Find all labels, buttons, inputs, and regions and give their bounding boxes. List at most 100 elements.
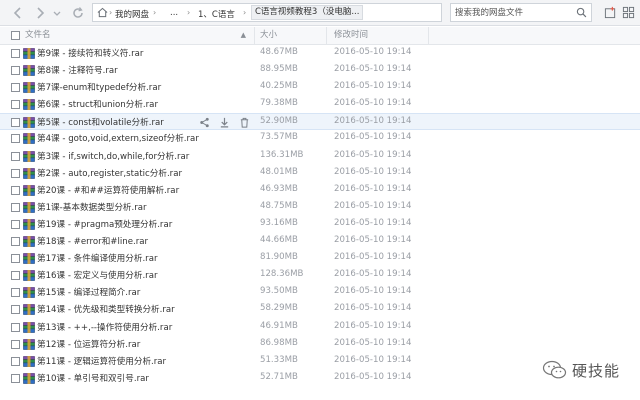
address-bar[interactable]: › 我的网盘 › ... › 1、C语言 › C语言视频教程3（没电脑... [92,3,442,22]
row-checkbox[interactable] [11,373,20,383]
file-name[interactable]: 第2课 - auto,register,static分析.rar [37,167,182,179]
row-checkbox[interactable] [11,237,20,247]
file-row[interactable]: 第15课 - 编译过程简介.rar 93.50MB 2016-05-10 19:… [0,284,640,301]
file-name[interactable]: 第4课 - goto,void,extern,sizeof分析.rar [37,132,199,144]
rar-file-icon [23,355,35,367]
share-icon[interactable] [199,117,210,128]
row-checkbox[interactable] [11,356,20,366]
file-size: 52.90MB [260,116,298,127]
file-row[interactable]: 第12课 - 位运算符分析.rar 86.98MB 2016-05-10 19:… [0,336,640,353]
file-name[interactable]: 第14课 - 优先级和类型转换分析.rar [37,303,175,315]
file-name[interactable]: 第1课-基本数据类型分析.rar [37,201,147,213]
row-checkbox[interactable] [11,202,20,212]
file-name[interactable]: 第16课 - 宏定义与使用分析.rar [37,269,158,281]
file-name[interactable]: 第7课-enum和typedef分析.rar [37,81,161,93]
delete-icon[interactable] [239,117,250,128]
file-date: 2016-05-10 19:14 [334,166,412,177]
row-checkbox[interactable] [11,100,20,110]
file-size: 48.67MB [260,47,298,57]
file-row[interactable]: 第1课-基本数据类型分析.rar 48.75MB 2016-05-10 19:1… [0,199,640,216]
row-checkbox[interactable] [11,168,20,178]
file-row[interactable]: 第18课 - #error和#line.rar 44.66MB 2016-05-… [0,233,640,250]
row-checkbox[interactable] [11,305,20,315]
file-name[interactable]: 第9课 - 接续符和转义符.rar [37,47,143,59]
file-row[interactable]: 第19课 - #pragma预处理分析.rar 93.16MB 2016-05-… [0,216,640,233]
rar-file-icon [23,372,35,384]
row-checkbox[interactable] [11,49,20,58]
column-header-name[interactable]: 文件名 ▲ [22,27,255,44]
file-date: 2016-05-10 19:14 [334,286,412,297]
file-row[interactable]: 第20课 - #和##运算符使用解析.rar 46.93MB 2016-05-1… [0,182,640,199]
file-row[interactable]: 第8课 - 注释符号.rar 88.95MB 2016-05-10 19:14 [0,62,640,79]
file-name[interactable]: 第17课 - 条件编译使用分析.rar [37,252,158,264]
row-checkbox[interactable] [11,322,20,332]
watermark-text: 硬技能 [572,362,621,380]
file-row[interactable]: 第3课 - if,switch,do,while,for分析.rar 136.3… [0,148,640,165]
breadcrumb-current-folder[interactable]: C语言视频教程3（没电脑... [251,5,364,20]
refresh-icon[interactable] [70,5,86,21]
home-icon[interactable] [97,7,108,18]
file-name[interactable]: 第5课 - const和volatile分析.rar [37,116,164,128]
forward-arrow-icon[interactable] [32,5,48,21]
file-name[interactable]: 第15课 - 编译过程简介.rar [37,286,140,298]
file-row[interactable]: 第16课 - 宏定义与使用分析.rar 128.36MB 2016-05-10 … [0,267,640,284]
file-row[interactable]: 第13课 - ++,--操作符使用分析.rar 46.91MB 2016-05-… [0,319,640,336]
new-folder-icon[interactable] [604,6,617,19]
file-row[interactable]: 第17课 - 条件编译使用分析.rar 81.90MB 2016-05-10 1… [0,250,640,267]
file-date: 2016-05-10 19:14 [334,132,412,143]
file-name[interactable]: 第11课 - 逻辑运算符使用分析.rar [37,355,166,367]
file-date: 2016-05-10 19:14 [334,98,412,109]
file-size: 44.66MB [260,235,298,246]
row-checkbox[interactable] [11,83,20,93]
breadcrumb-c-language[interactable]: 1、C语言 [198,8,235,20]
file-size: 52.71MB [260,371,298,382]
file-name[interactable]: 第12课 - 位运算符分析.rar [37,338,140,350]
file-row[interactable]: 第6课 - struct和union分析.rar 79.38MB 2016-05… [0,96,640,113]
row-checkbox[interactable] [11,271,20,281]
back-arrow-icon[interactable] [10,5,26,21]
download-icon[interactable] [219,117,230,128]
row-checkbox[interactable] [11,66,20,76]
dropdown-arrow-icon[interactable] [52,5,62,21]
file-name[interactable]: 第18课 - #error和#line.rar [37,235,148,247]
file-date: 2016-05-10 19:14 [334,47,412,57]
file-row[interactable]: 第14课 - 优先级和类型转换分析.rar 58.29MB 2016-05-10… [0,301,640,318]
search-box[interactable] [450,3,592,22]
file-name[interactable]: 第13课 - ++,--操作符使用分析.rar [37,321,172,333]
row-checkbox[interactable] [11,185,20,195]
row-checkbox[interactable] [11,288,20,298]
column-header-date[interactable]: 修改时间 [327,27,429,44]
file-name[interactable]: 第20课 - #和##运算符使用解析.rar [37,184,179,196]
file-size: 40.25MB [260,81,298,92]
file-size: 48.01MB [260,166,298,177]
row-checkbox[interactable] [11,118,20,128]
breadcrumb-ellipsis[interactable]: ... [170,8,178,18]
rar-file-icon [23,65,35,77]
file-name[interactable]: 第10课 - 单引号和双引号.rar [37,372,149,384]
select-all-checkbox[interactable] [11,31,20,40]
row-checkbox[interactable] [11,339,20,349]
file-row[interactable]: 第4课 - goto,void,extern,sizeof分析.rar 73.5… [0,130,640,147]
row-checkbox[interactable] [11,254,20,264]
file-row[interactable]: 第2课 - auto,register,static分析.rar 48.01MB… [0,165,640,182]
file-name[interactable]: 第8课 - 注释符号.rar [37,64,118,76]
rar-file-icon [23,150,35,162]
search-icon[interactable] [576,7,587,18]
search-input[interactable] [455,6,573,19]
row-checkbox[interactable] [11,219,20,229]
file-row[interactable]: 第7课-enum和typedef分析.rar 40.25MB 2016-05-1… [0,79,640,96]
file-date: 2016-05-10 19:14 [334,116,412,127]
column-header-size[interactable]: 大小 [255,27,327,44]
breadcrumb-my-disk[interactable]: 我的网盘 [115,8,149,20]
grid-view-icon[interactable] [622,6,635,19]
row-checkbox[interactable] [11,134,20,144]
file-name[interactable]: 第6课 - struct和union分析.rar [37,98,158,110]
file-name[interactable]: 第3课 - if,switch,do,while,for分析.rar [37,150,189,162]
file-name[interactable]: 第19课 - #pragma预处理分析.rar [37,218,172,230]
file-row[interactable]: 第9课 - 接续符和转义符.rar 48.67MB 2016-05-10 19:… [0,45,640,62]
watermark: 硬技能 [540,358,630,382]
file-row-hovered[interactable]: 第5课 - const和volatile分析.rar 52.90MB 2016-… [0,113,640,131]
rar-file-icon [23,236,35,248]
row-checkbox[interactable] [11,151,20,161]
breadcrumb-separator-icon: › [187,8,191,17]
